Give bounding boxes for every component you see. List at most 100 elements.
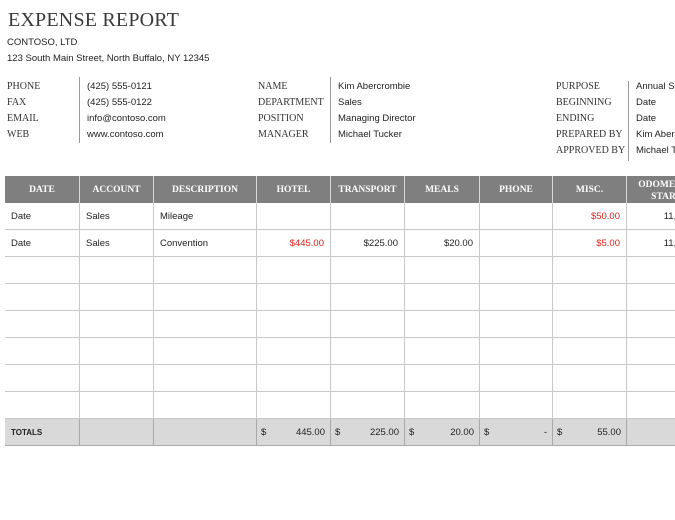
web-value[interactable]: www.contoso.com <box>87 129 164 140</box>
table-cell-misc[interactable] <box>553 392 627 419</box>
table-cell-meals[interactable]: $20.00 <box>405 230 480 257</box>
table-cell-date[interactable] <box>5 392 80 419</box>
table-cell-transport[interactable] <box>331 392 405 419</box>
table-cell-phone[interactable] <box>480 338 553 365</box>
fax-value[interactable]: (425) 555-0122 <box>87 97 152 108</box>
table-cell-date[interactable] <box>5 365 80 392</box>
table-cell-hotel[interactable] <box>257 311 331 338</box>
column-header-description[interactable]: DESCRIPTION <box>154 176 257 203</box>
email-value[interactable]: info@contoso.com <box>87 113 166 124</box>
column-header-hotel[interactable]: HOTEL <box>257 176 331 203</box>
beginning-value[interactable]: Date <box>636 97 656 108</box>
table-cell-description[interactable] <box>154 311 257 338</box>
table-cell-description[interactable]: Mileage <box>154 203 257 230</box>
table-cell-misc[interactable] <box>553 311 627 338</box>
table-cell-hotel[interactable]: $445.00 <box>257 230 331 257</box>
table-cell-date[interactable] <box>5 257 80 284</box>
table-cell-meals[interactable] <box>405 284 480 311</box>
table-cell-meals[interactable] <box>405 311 480 338</box>
table-cell-odometer[interactable] <box>627 365 675 392</box>
table-cell-phone[interactable] <box>480 230 553 257</box>
table-cell-phone[interactable] <box>480 365 553 392</box>
manager-value[interactable]: Michael Tucker <box>338 129 402 140</box>
purpose-value[interactable]: Annual Sa <box>636 81 675 92</box>
position-value[interactable]: Managing Director <box>338 113 416 124</box>
table-cell-misc[interactable]: $50.00 <box>553 203 627 230</box>
table-cell-odometer[interactable]: 11,378.5 <box>627 203 675 230</box>
table-cell-transport[interactable] <box>331 257 405 284</box>
table-cell-hotel[interactable] <box>257 365 331 392</box>
table-cell-transport[interactable] <box>331 284 405 311</box>
table-cell-description[interactable] <box>154 392 257 419</box>
table-cell-hotel[interactable] <box>257 257 331 284</box>
approved-by-value[interactable]: Michael T <box>636 145 675 156</box>
totals-cell-misc[interactable]: $55.00 <box>553 419 627 446</box>
table-cell-transport[interactable] <box>331 338 405 365</box>
table-cell-hotel[interactable] <box>257 284 331 311</box>
table-cell-account[interactable] <box>80 338 154 365</box>
table-cell-phone[interactable] <box>480 203 553 230</box>
table-cell-hotel[interactable] <box>257 203 331 230</box>
table-cell-meals[interactable] <box>405 365 480 392</box>
table-cell-misc[interactable] <box>553 284 627 311</box>
totals-cell-meals[interactable]: $20.00 <box>405 419 480 446</box>
table-cell-misc[interactable] <box>553 257 627 284</box>
phone-value[interactable]: (425) 555-0121 <box>87 81 152 92</box>
column-header-phone[interactable]: PHONE <box>480 176 553 203</box>
table-cell-account[interactable] <box>80 284 154 311</box>
table-cell-description[interactable] <box>154 257 257 284</box>
table-cell-transport[interactable]: $225.00 <box>331 230 405 257</box>
totals-cell-transport[interactable]: $225.00 <box>331 419 405 446</box>
table-cell-account[interactable] <box>80 392 154 419</box>
table-cell-date[interactable] <box>5 284 80 311</box>
table-cell-odometer[interactable] <box>627 257 675 284</box>
table-cell-account[interactable] <box>80 365 154 392</box>
table-cell-account[interactable]: Sales <box>80 203 154 230</box>
table-cell-odometer[interactable] <box>627 284 675 311</box>
table-cell-misc[interactable] <box>553 338 627 365</box>
table-cell-odometer[interactable] <box>627 311 675 338</box>
table-cell-transport[interactable] <box>331 203 405 230</box>
table-cell-date[interactable]: Date <box>5 230 80 257</box>
table-cell-description[interactable] <box>154 338 257 365</box>
table-cell-description[interactable] <box>154 284 257 311</box>
table-cell-hotel[interactable] <box>257 392 331 419</box>
column-header-account[interactable]: ACCOUNT <box>80 176 154 203</box>
table-cell-odometer[interactable] <box>627 392 675 419</box>
table-cell-account[interactable] <box>80 311 154 338</box>
prepared-by-value[interactable]: Kim Aber <box>636 129 675 140</box>
totals-cell-odometer[interactable] <box>627 419 675 446</box>
table-cell-date[interactable] <box>5 311 80 338</box>
totals-cell-hotel[interactable]: $445.00 <box>257 419 331 446</box>
table-cell-date[interactable] <box>5 338 80 365</box>
table-cell-phone[interactable] <box>480 257 553 284</box>
totals-cell-description[interactable] <box>154 419 257 446</box>
column-header-meals[interactable]: MEALS <box>405 176 480 203</box>
table-cell-transport[interactable] <box>331 365 405 392</box>
department-value[interactable]: Sales <box>338 97 362 108</box>
column-header-misc[interactable]: MISC. <box>553 176 627 203</box>
table-cell-meals[interactable] <box>405 203 480 230</box>
table-cell-misc[interactable]: $5.00 <box>553 230 627 257</box>
table-cell-meals[interactable] <box>405 338 480 365</box>
table-cell-odometer[interactable]: 11,500.0 <box>627 230 675 257</box>
name-value[interactable]: Kim Abercrombie <box>338 81 410 92</box>
column-header-transport[interactable]: TRANSPORT <box>331 176 405 203</box>
table-cell-description[interactable]: Convention <box>154 230 257 257</box>
table-cell-hotel[interactable] <box>257 338 331 365</box>
table-cell-account[interactable] <box>80 257 154 284</box>
table-cell-phone[interactable] <box>480 392 553 419</box>
ending-value[interactable]: Date <box>636 113 656 124</box>
table-cell-meals[interactable] <box>405 392 480 419</box>
table-cell-date[interactable]: Date <box>5 203 80 230</box>
totals-cell-phone[interactable]: $ - <box>480 419 553 446</box>
table-cell-meals[interactable] <box>405 257 480 284</box>
table-cell-account[interactable]: Sales <box>80 230 154 257</box>
totals-cell-account[interactable] <box>80 419 154 446</box>
table-cell-odometer[interactable] <box>627 338 675 365</box>
column-header-date[interactable]: DATE <box>5 176 80 203</box>
table-cell-phone[interactable] <box>480 311 553 338</box>
column-header-odometer[interactable]: ODOMETERSTART <box>627 176 675 203</box>
table-cell-phone[interactable] <box>480 284 553 311</box>
table-cell-description[interactable] <box>154 365 257 392</box>
